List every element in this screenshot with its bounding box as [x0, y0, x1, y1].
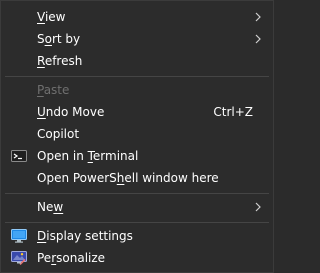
menu-item-sort-by-label: Sort by — [37, 32, 81, 46]
menu-separator — [5, 76, 269, 77]
menu-item-view[interactable]: View — [1, 6, 273, 28]
menu-separator — [5, 193, 269, 194]
menu-item-personalize[interactable]: Personalize — [1, 247, 273, 269]
menu-item-open-powershell-label: Open PowerShell window here — [37, 171, 219, 185]
menu-item-personalize-label: Personalize — [37, 251, 106, 265]
menu-item-display-settings[interactable]: Display settings — [1, 225, 273, 247]
menu-item-new[interactable]: New — [1, 196, 273, 218]
menu-item-undo-move[interactable]: Undo Move Ctrl+Z — [1, 101, 273, 123]
menu-item-paste: Paste — [1, 79, 273, 101]
menu-item-refresh-label: Refresh — [37, 54, 83, 68]
menu-item-paste-label: Paste — [37, 83, 70, 97]
chevron-right-icon — [255, 34, 261, 44]
menu-item-copilot[interactable]: Copilot — [1, 123, 273, 145]
menu-item-sort-by[interactable]: Sort by — [1, 28, 273, 50]
menu-item-copilot-label: Copilot — [37, 127, 80, 141]
terminal-icon — [11, 150, 27, 162]
chevron-right-icon — [255, 202, 261, 212]
menu-item-open-in-terminal-label: Open in Terminal — [37, 149, 139, 163]
display-settings-icon — [11, 229, 27, 243]
menu-item-undo-move-shortcut: Ctrl+Z — [213, 105, 253, 119]
menu-item-view-label: View — [37, 10, 66, 24]
chevron-right-icon — [255, 12, 261, 22]
menu-item-open-in-terminal[interactable]: Open in Terminal — [1, 145, 273, 167]
menu-item-refresh[interactable]: Refresh — [1, 50, 273, 72]
menu-item-undo-move-label: Undo Move — [37, 105, 105, 119]
menu-item-display-settings-label: Display settings — [37, 229, 133, 243]
personalize-icon — [11, 251, 27, 265]
menu-separator — [5, 222, 269, 223]
menu-item-new-label: New — [37, 200, 64, 214]
desktop-context-menu: View Sort by Refresh Paste Undo Move Ctr… — [0, 0, 274, 273]
menu-item-open-powershell[interactable]: Open PowerShell window here — [1, 167, 273, 189]
